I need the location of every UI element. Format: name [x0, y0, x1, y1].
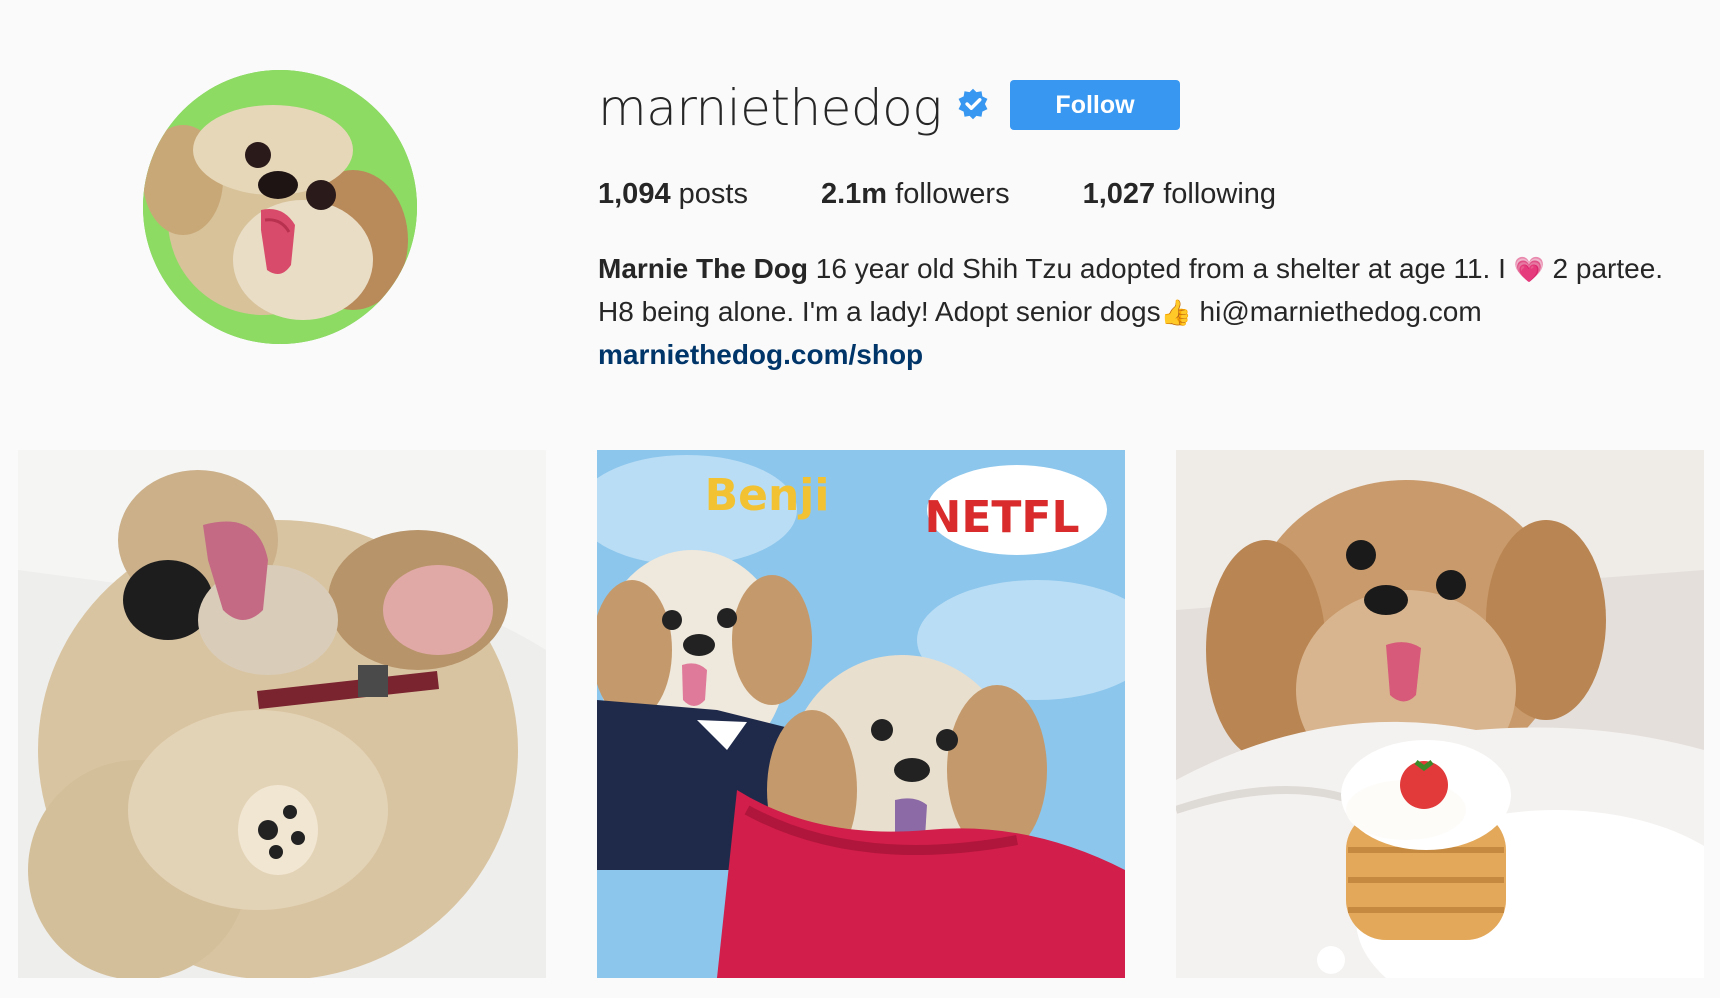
bio-website-link[interactable]: marniethedog.com/shop: [598, 334, 923, 376]
posts-count: 1,094: [598, 178, 671, 210]
username-row: marniethedog: [598, 78, 990, 138]
heart-emoji-icon: 💗: [1513, 256, 1545, 284]
bio-name: Marnie The Dog: [598, 253, 809, 284]
followers-stat[interactable]: 2.1m followers: [821, 178, 1010, 211]
following-stat[interactable]: 1,027 following: [1083, 178, 1276, 211]
following-count: 1,027: [1082, 178, 1156, 210]
posts-stat: 1,094 posts: [598, 178, 748, 211]
profile-username: marniethedog: [598, 79, 942, 137]
bio-text-part1: 16 year old Shih Tzu adopted from a shel…: [815, 253, 1514, 284]
post-thumbnail-3[interactable]: [1176, 450, 1704, 978]
post-thumbnail-1[interactable]: [18, 450, 546, 978]
netflix-sign-text: NETFL: [925, 492, 1080, 543]
bio-email: hi@marniethedog.com: [1191, 296, 1482, 327]
profile-bio: Marnie The Dog 16 year old Shih Tzu adop…: [598, 248, 1678, 376]
dog-avatar-image: [143, 70, 417, 344]
thumbs-up-emoji-icon: 👍: [1160, 299, 1192, 327]
post-thumbnail-2[interactable]: NETFL Benji: [597, 450, 1125, 978]
posts-label: posts: [678, 178, 748, 210]
following-label: following: [1163, 178, 1277, 210]
followers-count: 2.1m: [820, 178, 888, 210]
profile-avatar[interactable]: [143, 70, 417, 344]
followers-label: followers: [895, 178, 1010, 210]
dog-on-bed-photo-icon: [18, 450, 546, 978]
profile-stats: 1,094 posts 2.1m followers 1,027 followi…: [598, 178, 1276, 211]
benji-sign-text: Benji: [705, 470, 830, 521]
posts-grid: NETFL Benji: [18, 450, 1704, 978]
dog-with-pancakes-photo-icon: [1176, 450, 1704, 978]
follow-button[interactable]: Follow: [1010, 80, 1180, 130]
verified-badge-icon: [958, 88, 988, 120]
dogs-at-netflix-event-photo-icon: NETFL Benji: [597, 450, 1125, 978]
